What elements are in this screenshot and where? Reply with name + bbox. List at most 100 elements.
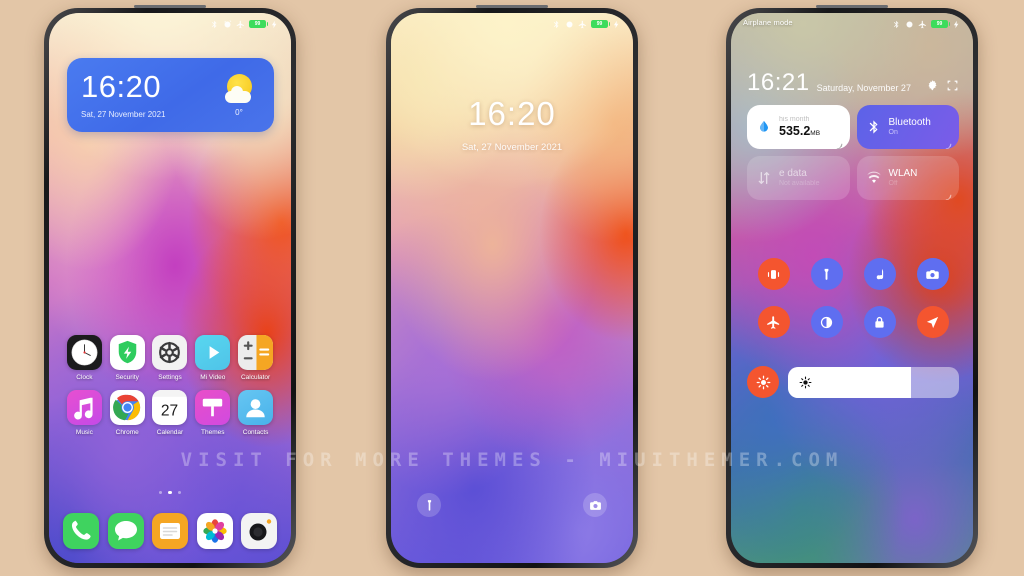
bluetooth-icon: [210, 20, 219, 29]
page-dot[interactable]: [158, 491, 163, 495]
phone-icon[interactable]: [63, 513, 99, 549]
screenshot-icon[interactable]: [946, 79, 959, 92]
control-center-header: 16:21 Saturday, November 27: [747, 71, 959, 95]
app-grid: Clock Security Settings Mi Video Calcula…: [63, 335, 277, 436]
lock-icon: [875, 316, 884, 328]
page-dot[interactable]: [177, 491, 182, 495]
lock-clock: 16:20 Sat, 27 November 2021: [391, 97, 633, 153]
earpiece-speaker: [134, 4, 206, 8]
tile-title: Bluetooth: [888, 117, 931, 129]
app-chrome[interactable]: Chrome: [106, 390, 149, 436]
battery-icon: 99: [591, 19, 611, 29]
airplane-icon: [918, 20, 927, 29]
tile-subtitle: Off: [888, 179, 898, 187]
app-security[interactable]: Security: [106, 335, 149, 381]
chrome-icon: [109, 390, 145, 425]
notes-icon[interactable]: [152, 513, 188, 549]
app-clock[interactable]: Clock: [63, 335, 106, 381]
contacts-icon: [238, 390, 274, 425]
sun-cloud-icon: [222, 73, 256, 104]
app-calendar[interactable]: 27 Calendar: [149, 390, 192, 436]
control-center-toggles: [747, 258, 959, 338]
app-music[interactable]: Music: [63, 390, 106, 436]
camera-shortcut-button[interactable]: [583, 493, 607, 517]
gallery-icon[interactable]: [196, 513, 233, 549]
toggle-location[interactable]: [916, 306, 949, 338]
charging-icon: [270, 20, 279, 29]
home-screen: 99 16:20 Sat, 27 November 2021 0° Clock …: [49, 13, 291, 563]
location-arrow-icon: [926, 316, 939, 328]
app-label: Themes: [201, 429, 225, 436]
tile-subtitle: his month: [779, 115, 810, 123]
toggle-music[interactable]: [863, 258, 896, 290]
widget-weather: 0°: [222, 68, 260, 122]
toggle-lock[interactable]: [863, 306, 896, 338]
camera-icon[interactable]: [241, 513, 277, 549]
calendar-icon: 27: [152, 390, 188, 425]
svg-text:27: 27: [161, 402, 178, 419]
app-calculator[interactable]: Calculator: [234, 335, 277, 381]
tile-mobile-data[interactable]: e data Not available: [747, 156, 850, 200]
tile-bluetooth[interactable]: Bluetooth On: [856, 105, 959, 149]
app-label: Clock: [76, 374, 93, 381]
widget-time: 16:20: [81, 69, 162, 104]
lock-date: Sat, 27 November 2021: [461, 142, 563, 153]
airplane-icon: [767, 315, 780, 329]
settings-gear-icon[interactable]: [926, 79, 939, 92]
expand-arrow-icon[interactable]: [945, 188, 952, 200]
calculator-icon: [238, 335, 274, 370]
flashlight-icon: [427, 499, 431, 511]
lock-time: 16:20: [468, 95, 556, 132]
toggle-vibrate[interactable]: [757, 258, 790, 290]
page-dot-active[interactable]: [168, 491, 172, 495]
app-settings[interactable]: Settings: [149, 335, 192, 381]
messages-icon[interactable]: [107, 513, 144, 549]
tile-data-usage[interactable]: his month 535.2MB: [747, 105, 850, 149]
flashlight-shortcut-button[interactable]: [417, 493, 441, 517]
app-label: Security: [115, 374, 139, 381]
status-bar-home: 99: [49, 13, 291, 35]
app-label: Calculator: [240, 374, 271, 381]
tile-subtitle: On: [888, 128, 898, 136]
control-center-time: 16:21: [747, 69, 810, 96]
music-note-icon: [876, 268, 884, 279]
toggle-auto-brightness[interactable]: [747, 366, 779, 398]
tile-wlan[interactable]: WLAN Off: [856, 156, 959, 200]
app-mi-video[interactable]: Mi Video: [191, 335, 234, 381]
expand-arrow-icon[interactable]: [836, 137, 843, 149]
status-bar-label: Airplane mode: [743, 18, 793, 27]
app-label: Settings: [158, 374, 182, 381]
control-center-screen: Airplane mode 99 16:21 Saturday, Novembe…: [731, 13, 973, 563]
expand-arrow-icon[interactable]: [945, 137, 952, 149]
app-themes[interactable]: Themes: [191, 390, 234, 436]
battery-icon: 99: [931, 19, 951, 29]
widget-clock: 16:20 Sat, 27 November 2021: [81, 68, 166, 122]
brightness-icon: [756, 375, 770, 389]
toggle-airplane-mode[interactable]: [757, 306, 790, 338]
camera-icon: [589, 500, 601, 510]
dock: [63, 513, 277, 549]
control-center-tiles: his month 535.2MB Bluetooth On e data No…: [747, 105, 959, 200]
tile-title: e data: [779, 168, 807, 180]
home-indicator[interactable]: [830, 392, 874, 395]
settings-gear-icon: [152, 335, 188, 370]
tile-text: e data Not available: [779, 168, 819, 188]
app-contacts[interactable]: Contacts: [234, 390, 277, 436]
clock-weather-widget[interactable]: 16:20 Sat, 27 November 2021 0°: [67, 58, 274, 132]
app-label: Music: [75, 429, 93, 436]
tile-subtitle: Not available: [779, 179, 820, 187]
status-bar-lock: 99: [391, 13, 633, 35]
toggle-screen-record[interactable]: [916, 258, 949, 290]
tile-text: WLAN Off: [889, 168, 918, 188]
toggle-dark-mode[interactable]: [810, 306, 843, 338]
app-label: Chrome: [115, 429, 139, 436]
alarm-icon: [905, 20, 914, 29]
security-shield-icon: [109, 335, 145, 370]
widget-temperature: 0°: [235, 107, 243, 117]
phone-lock-screen: 99 16:20 Sat, 27 November 2021: [386, 4, 638, 568]
earpiece-speaker: [816, 4, 888, 8]
camera-icon: [926, 269, 939, 279]
toggle-flashlight[interactable]: [810, 258, 843, 290]
phone-home-screen: 99 16:20 Sat, 27 November 2021 0° Clock …: [44, 4, 296, 568]
clock-icon: [66, 335, 102, 370]
